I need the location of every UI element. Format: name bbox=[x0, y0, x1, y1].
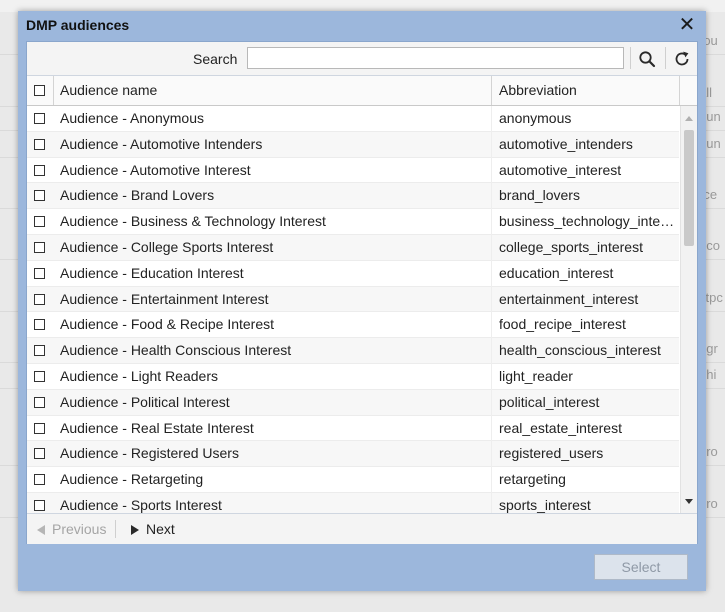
search-label: Search bbox=[193, 51, 238, 67]
row-checkbox[interactable] bbox=[34, 216, 45, 228]
row-checkbox[interactable] bbox=[34, 422, 45, 434]
abbreviation-cell: retargeting bbox=[499, 471, 566, 488]
row-checkbox[interactable] bbox=[34, 267, 45, 279]
abbreviation-cell: brand_lovers bbox=[499, 187, 580, 204]
table-row[interactable]: Audience - Food & Recipe Interest food_re… bbox=[27, 312, 679, 339]
row-checkbox[interactable] bbox=[34, 448, 45, 460]
toolbar-divider bbox=[665, 47, 666, 69]
arrow-left-icon bbox=[37, 525, 45, 535]
scrollbar-thumb[interactable] bbox=[684, 130, 694, 246]
refresh-icon[interactable] bbox=[671, 48, 693, 70]
search-icon[interactable] bbox=[636, 48, 658, 70]
header-divider bbox=[53, 76, 54, 105]
table-row[interactable]: Audience - Brand Lovers brand_lovers bbox=[27, 183, 679, 210]
row-checkbox[interactable] bbox=[34, 371, 45, 382]
row-checkbox[interactable] bbox=[34, 190, 45, 202]
table-row[interactable]: Audience - Registered Users registered_us… bbox=[27, 441, 679, 468]
table-row[interactable]: Audience - Real Estate Interest real_esta… bbox=[27, 416, 679, 442]
header-divider bbox=[679, 76, 680, 105]
row-checkbox[interactable] bbox=[34, 500, 45, 511]
table-row[interactable]: Audience - Education Interest education_i… bbox=[27, 261, 679, 287]
scroll-up-icon[interactable] bbox=[685, 116, 693, 121]
audience-name-cell: Audience - Entertainment Interest bbox=[60, 290, 269, 307]
table-row[interactable]: Audience - Business & Technology Interes… bbox=[27, 209, 679, 235]
abbreviation-cell: college_sports_interest bbox=[499, 239, 643, 255]
grid-header: Audience name Abbreviation bbox=[27, 76, 697, 106]
row-checkbox[interactable] bbox=[34, 242, 45, 253]
row-checkbox[interactable] bbox=[34, 319, 45, 331]
table-row[interactable]: Audience - College Sports Interest colleg… bbox=[27, 235, 679, 261]
audience-name-cell: Audience - Real Estate Interest bbox=[60, 419, 254, 436]
table-row[interactable]: Audience - Anonymous anonymous bbox=[27, 106, 679, 132]
grid-toolbar: Search bbox=[27, 42, 697, 76]
abbreviation-cell: education_interest bbox=[499, 264, 614, 281]
table-row[interactable]: Audience - Sports Interest sports_interes… bbox=[27, 493, 679, 513]
column-header-abbreviation[interactable]: Abbreviation bbox=[499, 76, 577, 105]
audience-name-cell: Audience - Food & Recipe Interest bbox=[60, 316, 275, 333]
header-divider bbox=[491, 76, 492, 105]
abbreviation-cell: anonymous bbox=[499, 110, 572, 126]
audience-name-cell: Audience - Retargeting bbox=[60, 471, 204, 488]
audience-name-cell: Audience - Political Interest bbox=[60, 393, 230, 410]
audience-name-cell: Audience - Automotive Intenders bbox=[60, 135, 263, 152]
abbreviation-cell: light_reader bbox=[499, 368, 573, 384]
audience-name-cell: Audience - Registered Users bbox=[60, 445, 239, 462]
abbreviation-cell: automotive_intenders bbox=[499, 135, 633, 152]
abbreviation-cell: food_recipe_interest bbox=[499, 316, 626, 333]
previous-page-button[interactable]: Previous bbox=[37, 514, 106, 544]
table-row[interactable]: Audience - Automotive Interest automotive… bbox=[27, 158, 679, 184]
abbreviation-cell: entertainment_interest bbox=[499, 290, 639, 307]
abbreviation-cell: political_interest bbox=[499, 393, 600, 410]
audience-name-cell: Audience - College Sports Interest bbox=[60, 239, 274, 255]
close-icon[interactable]: ✕ bbox=[678, 15, 696, 35]
next-label: Next bbox=[146, 521, 175, 537]
previous-label: Previous bbox=[52, 521, 107, 537]
scroll-down-icon[interactable] bbox=[685, 499, 693, 504]
pager-divider bbox=[115, 520, 116, 538]
select-button[interactable]: Select bbox=[594, 554, 688, 580]
row-checkbox[interactable] bbox=[34, 293, 45, 305]
table-row[interactable]: Audience - Automotive Intenders automotiv… bbox=[27, 131, 679, 158]
table-row[interactable]: Audience - Entertainment Interest enterta… bbox=[27, 286, 679, 313]
column-header-audience-name[interactable]: Audience name bbox=[60, 76, 157, 105]
abbreviation-cell: health_conscious_interest bbox=[499, 342, 661, 359]
dmp-audiences-dialog: DMP audiences ✕ Search Audience name Abb… bbox=[18, 11, 706, 591]
grid-scrollbar[interactable] bbox=[680, 106, 697, 513]
audience-name-cell: Audience - Health Conscious Interest bbox=[60, 342, 292, 359]
search-input[interactable] bbox=[247, 47, 624, 69]
row-checkbox[interactable] bbox=[34, 113, 45, 124]
audience-name-cell: Audience - Brand Lovers bbox=[60, 187, 215, 204]
row-checkbox[interactable] bbox=[34, 345, 45, 357]
audience-name-cell: Audience - Business & Technology Interes… bbox=[60, 213, 326, 230]
table-row[interactable]: Audience - Light Readers light_reader bbox=[27, 364, 679, 390]
row-checkbox[interactable] bbox=[34, 164, 45, 176]
select-all-checkbox[interactable] bbox=[34, 85, 45, 96]
audience-name-cell: Audience - Light Readers bbox=[60, 368, 218, 384]
toolbar-divider bbox=[630, 47, 631, 69]
row-checkbox[interactable] bbox=[34, 474, 45, 486]
audience-name-cell: Audience - Anonymous bbox=[60, 110, 204, 126]
arrow-right-icon bbox=[131, 525, 139, 535]
abbreviation-cell: sports_interest bbox=[499, 497, 591, 513]
table-row[interactable]: Audience - Political Interest political_i… bbox=[27, 389, 679, 416]
column-divider bbox=[491, 106, 492, 513]
audience-name-cell: Audience - Automotive Interest bbox=[60, 161, 251, 178]
abbreviation-cell: registered_users bbox=[499, 445, 604, 462]
audience-grid-panel: Search Audience name Abbreviation Audien… bbox=[26, 41, 698, 544]
next-page-button[interactable]: Next bbox=[131, 514, 175, 544]
row-checkbox[interactable] bbox=[34, 138, 45, 150]
dialog-title: DMP audiences bbox=[26, 17, 130, 33]
abbreviation-cell: business_technology_interest bbox=[499, 213, 675, 230]
grid-rows: Audience - Anonymous anonymous Audience - … bbox=[27, 106, 679, 513]
audience-name-cell: Audience - Education Interest bbox=[60, 264, 244, 281]
audience-name-cell: Audience - Sports Interest bbox=[60, 497, 222, 513]
abbreviation-cell: real_estate_interest bbox=[499, 419, 622, 436]
row-checkbox[interactable] bbox=[34, 396, 45, 408]
abbreviation-cell: automotive_interest bbox=[499, 161, 622, 178]
table-row[interactable]: Audience - Health Conscious Interest heal… bbox=[27, 338, 679, 364]
grid-pager: Previous Next bbox=[27, 513, 697, 544]
table-row[interactable]: Audience - Retargeting retargeting bbox=[27, 467, 679, 493]
